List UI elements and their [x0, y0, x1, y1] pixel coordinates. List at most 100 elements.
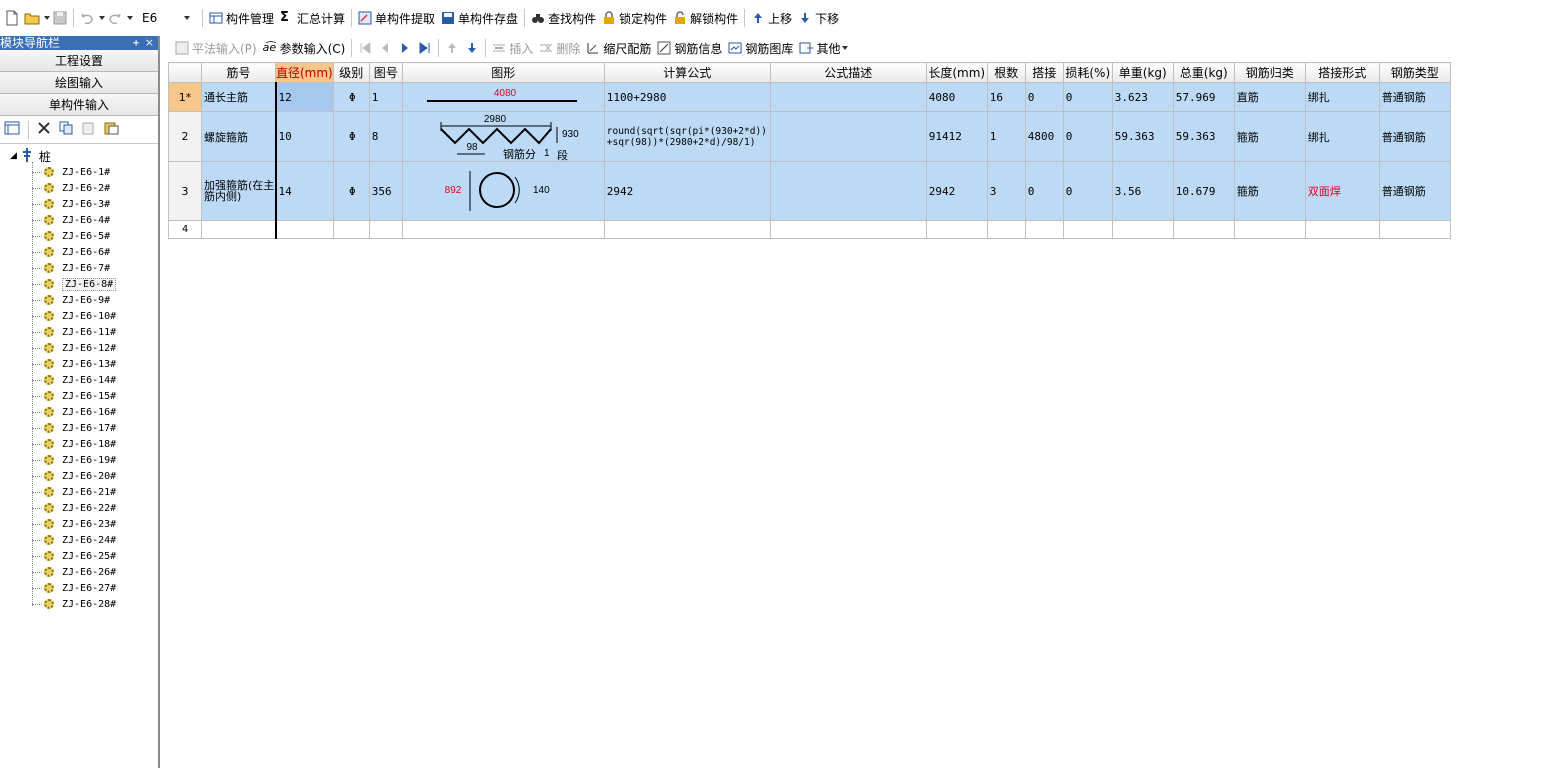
- header-shape[interactable]: 图形: [401, 62, 605, 83]
- insert-button[interactable]: 插入: [489, 36, 536, 60]
- table-row[interactable]: 4: [168, 220, 1451, 239]
- cell-loss[interactable]: 0: [1062, 111, 1113, 162]
- cell-lap-type[interactable]: 绑扎: [1304, 82, 1380, 112]
- cell-formula[interactable]: 1100+2980: [603, 82, 771, 112]
- cell-lap[interactable]: 4800: [1024, 111, 1064, 162]
- collapse-arrow-icon[interactable]: ◢: [10, 151, 17, 161]
- tree-item-component[interactable]: ZJ-E6-1#: [0, 164, 158, 180]
- find-component-button[interactable]: 查找构件: [528, 6, 599, 30]
- cell-lap-type[interactable]: 双面焊: [1304, 161, 1380, 221]
- cell-diameter[interactable]: 12: [275, 82, 334, 112]
- close-icon[interactable]: ×: [145, 36, 154, 50]
- cell-unit-weight[interactable]: 3.56: [1111, 161, 1174, 221]
- header-category[interactable]: 钢筋归类: [1233, 62, 1306, 83]
- row-number[interactable]: 2: [168, 111, 202, 162]
- summary-calc-button[interactable]: Σ 汇总计算: [277, 6, 348, 30]
- paste-icon[interactable]: [103, 121, 119, 138]
- cell-grade[interactable]: [332, 220, 370, 239]
- header-diameter[interactable]: 直径(mm): [275, 62, 334, 83]
- copy-icon[interactable]: [59, 121, 73, 138]
- cell-count[interactable]: [986, 220, 1026, 239]
- header-unit-weight[interactable]: 单重(kg): [1111, 62, 1174, 83]
- tree-item-component[interactable]: ZJ-E6-10#: [0, 308, 158, 324]
- cell-formula-desc[interactable]: [769, 111, 927, 162]
- lock-component-button[interactable]: 锁定构件: [599, 6, 670, 30]
- tree-root-pile[interactable]: ◢ 桩: [0, 147, 158, 164]
- tree-item-component[interactable]: ZJ-E6-8#: [0, 276, 158, 292]
- open-dropdown-arrow-icon[interactable]: [44, 16, 50, 20]
- cell-unit-weight[interactable]: 59.363: [1111, 111, 1174, 162]
- cell-formula-desc[interactable]: [769, 82, 927, 112]
- cell-formula-desc[interactable]: [769, 161, 927, 221]
- tree-item-component[interactable]: ZJ-E6-15#: [0, 388, 158, 404]
- other-button[interactable]: 其他: [796, 36, 851, 60]
- header-loss[interactable]: 损耗(%): [1062, 62, 1113, 83]
- cell-length[interactable]: 91412: [925, 111, 988, 162]
- flat-input-button[interactable]: 平法输入(P): [172, 36, 260, 60]
- floor-combo[interactable]: E6: [137, 8, 195, 28]
- header-formula-desc[interactable]: 公式描述: [769, 62, 927, 83]
- tree-item-component[interactable]: ZJ-E6-25#: [0, 548, 158, 564]
- tree-item-component[interactable]: ZJ-E6-20#: [0, 468, 158, 484]
- nav-section-single-component-input[interactable]: 单构件输入: [0, 94, 158, 116]
- tree-item-component[interactable]: ZJ-E6-19#: [0, 452, 158, 468]
- table-row[interactable]: 2 螺旋箍筋 10 Φ 8 2980 930 98 钢筋分 1 段 round(…: [168, 111, 1451, 162]
- tree-item-component[interactable]: ZJ-E6-23#: [0, 516, 158, 532]
- table-row[interactable]: 3 加强箍筋(在主筋内侧) 14 Φ 356 892 140 2942 2942: [168, 161, 1451, 221]
- header-formula[interactable]: 计算公式: [603, 62, 771, 83]
- row-number[interactable]: 4: [168, 220, 202, 239]
- new-file-icon[interactable]: [4, 10, 20, 26]
- tree-item-component[interactable]: ZJ-E6-16#: [0, 404, 158, 420]
- move-up-button[interactable]: 上移: [748, 6, 795, 30]
- header-lap[interactable]: 搭接: [1024, 62, 1064, 83]
- tree-item-component[interactable]: ZJ-E6-2#: [0, 180, 158, 196]
- tree-item-component[interactable]: ZJ-E6-24#: [0, 532, 158, 548]
- tree-item-component[interactable]: ZJ-E6-3#: [0, 196, 158, 212]
- tree-item-component[interactable]: ZJ-E6-21#: [0, 484, 158, 500]
- header-rebar-type[interactable]: 钢筋类型: [1378, 62, 1451, 83]
- tree-item-component[interactable]: ZJ-E6-6#: [0, 244, 158, 260]
- next-record-icon[interactable]: [397, 40, 413, 56]
- tree-item-component[interactable]: ZJ-E6-7#: [0, 260, 158, 276]
- header-grade[interactable]: 级别: [332, 62, 370, 83]
- cell-rebar-no[interactable]: 通长主筋: [201, 82, 277, 112]
- cell-lap[interactable]: 0: [1024, 82, 1064, 112]
- cell-length[interactable]: [925, 220, 988, 239]
- rebar-info-button[interactable]: 钢筋信息: [654, 36, 725, 60]
- cell-loss[interactable]: 0: [1062, 161, 1113, 221]
- first-record-icon[interactable]: [357, 40, 373, 56]
- undo-icon[interactable]: [79, 10, 95, 26]
- cell-count[interactable]: 1: [986, 111, 1026, 162]
- cell-category[interactable]: 箍筋: [1233, 111, 1306, 162]
- tree-item-component[interactable]: ZJ-E6-5#: [0, 228, 158, 244]
- redo-icon[interactable]: [107, 10, 123, 26]
- cell-total-weight[interactable]: 10.679: [1172, 161, 1235, 221]
- cell-shape[interactable]: 892 140: [401, 161, 605, 221]
- tree-item-component[interactable]: ZJ-E6-12#: [0, 340, 158, 356]
- cell-length[interactable]: 2942: [925, 161, 988, 221]
- tree-item-component[interactable]: ZJ-E6-4#: [0, 212, 158, 228]
- cell-shape[interactable]: [401, 220, 605, 239]
- cell-total-weight[interactable]: [1172, 220, 1235, 239]
- cell-total-weight[interactable]: 59.363: [1172, 111, 1235, 162]
- cell-category[interactable]: 箍筋: [1233, 161, 1306, 221]
- cell-grade[interactable]: Φ: [332, 82, 370, 112]
- tree-item-component[interactable]: ZJ-E6-14#: [0, 372, 158, 388]
- tree-item-component[interactable]: ZJ-E6-11#: [0, 324, 158, 340]
- rebar-library-button[interactable]: 钢筋图库: [725, 36, 796, 60]
- cell-rebar-no[interactable]: 加强箍筋(在主筋内侧): [201, 161, 277, 221]
- cell-lap-type[interactable]: 绑扎: [1304, 111, 1380, 162]
- save-icon[interactable]: [52, 10, 68, 26]
- cell-lap[interactable]: 0: [1024, 161, 1064, 221]
- header-rebar-no[interactable]: 筋号: [201, 62, 276, 83]
- cell-category[interactable]: 直筋: [1233, 82, 1306, 112]
- move-down-button[interactable]: 下移: [795, 6, 842, 30]
- cell-formula-desc[interactable]: [769, 220, 927, 239]
- cell-lap[interactable]: [1024, 220, 1064, 239]
- cell-unit-weight[interactable]: [1111, 220, 1174, 239]
- component-list-icon[interactable]: [4, 121, 20, 138]
- paste-disabled-icon[interactable]: [81, 121, 95, 138]
- prev-record-icon[interactable]: [377, 40, 393, 56]
- cell-formula[interactable]: [603, 220, 771, 239]
- row-up-icon[interactable]: [444, 40, 460, 56]
